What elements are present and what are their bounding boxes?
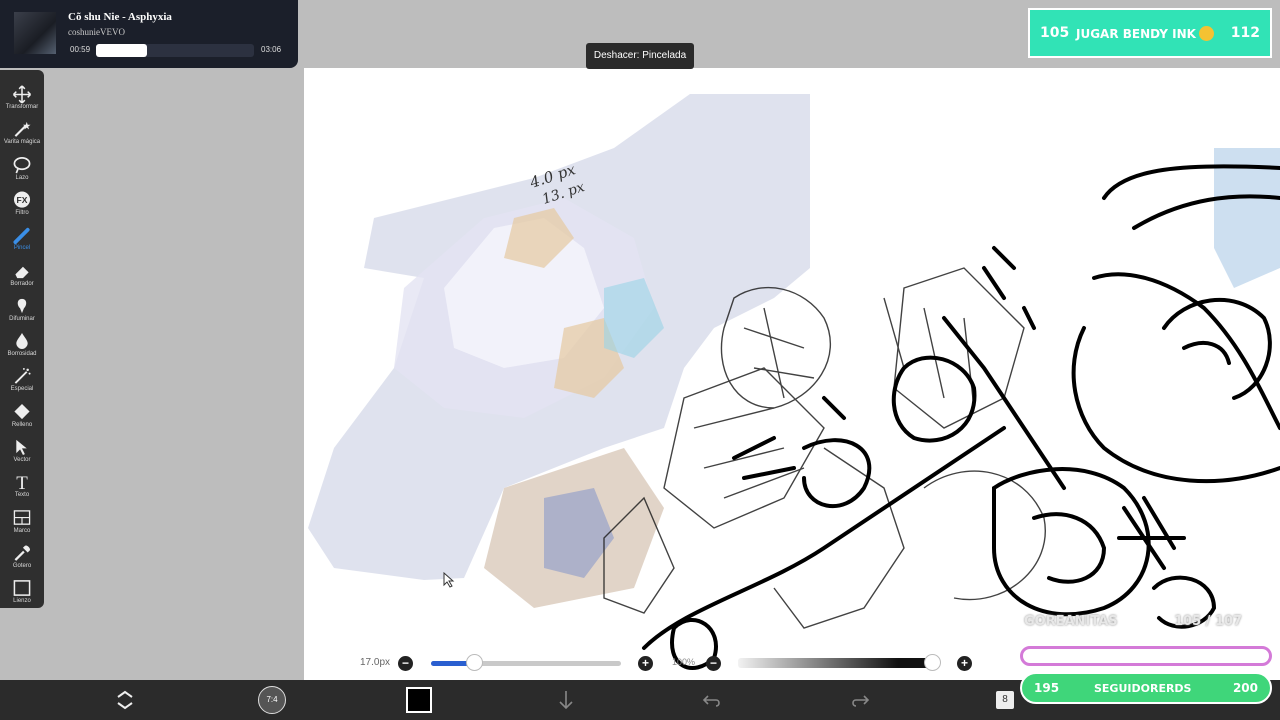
song-progress-fill xyxy=(96,44,147,57)
tool-label: Vector xyxy=(13,457,31,463)
svg-text:FX: FX xyxy=(17,195,28,205)
eraser-icon xyxy=(15,266,29,278)
tool-vector[interactable]: Vector xyxy=(0,433,44,467)
drawing-canvas[interactable]: 4.0 px 13. px xyxy=(304,68,1280,680)
tool-label: Marco xyxy=(13,527,31,534)
tool-lienzo[interactable]: Lienzo xyxy=(0,574,44,608)
stream-goal-banner: 105 JUGAR BENDY INK 112 xyxy=(1028,8,1272,58)
tool-label: Lazo xyxy=(15,174,29,181)
opacity-decrease-button[interactable]: − xyxy=(706,656,721,671)
banner-text: JUGAR BENDY INK xyxy=(1076,26,1214,41)
brush-size-slider[interactable] xyxy=(431,661,621,666)
fx-icon: FX xyxy=(13,191,31,208)
special-brush-icon xyxy=(14,368,31,385)
song-progress-bar xyxy=(96,44,254,57)
tool-label: Relleno xyxy=(11,421,33,428)
tool-label: Varita mágica xyxy=(3,139,41,146)
undo-button[interactable] xyxy=(700,688,724,712)
elapsed-time: 00:59 xyxy=(70,45,91,54)
tool-pincel[interactable]: Pincel xyxy=(0,221,44,255)
arrow-down-icon xyxy=(559,691,573,710)
tool-label: Borrosidad xyxy=(7,351,37,358)
move-icon xyxy=(12,85,32,103)
goal-count: 105 / 107 xyxy=(1174,614,1243,629)
layers-button[interactable]: 8 xyxy=(996,691,1014,709)
avatar[interactable]: 7:4 xyxy=(258,686,286,714)
tool-marco[interactable]: Marco xyxy=(0,504,44,538)
download-button[interactable] xyxy=(554,688,578,712)
current-color-swatch[interactable] xyxy=(406,687,432,713)
goal-label: GOREANITAS xyxy=(1024,614,1118,629)
tool-label: Lienzo xyxy=(13,598,31,605)
text-icon: T xyxy=(16,473,28,491)
mouse-cursor-icon xyxy=(443,572,455,588)
tool-label: Transformar xyxy=(5,104,39,110)
banner-right-count: 112 xyxy=(1230,25,1260,41)
tool-label: Difuminar xyxy=(9,315,35,322)
tool-panel: Transformar Varita mágica Lazo FX Filtro Pinc… xyxy=(0,70,44,608)
brush-size-value: 17.0px xyxy=(360,657,391,668)
opacity-slider[interactable] xyxy=(738,658,938,668)
tool-texto[interactable]: T Texto xyxy=(0,468,44,502)
tool-varita-m-gica[interactable]: Varita mágica xyxy=(0,115,44,149)
lasso-icon xyxy=(13,156,31,173)
smudge-icon xyxy=(17,298,27,313)
tool-label: Especial xyxy=(10,386,34,393)
banner-text-label: JUGAR BENDY INK xyxy=(1076,27,1196,41)
tool-difuminar[interactable]: Difuminar xyxy=(0,292,44,326)
eyedropper-icon xyxy=(14,545,31,561)
song-artist: coshunieVEVO xyxy=(68,27,125,37)
brush-size-knob[interactable] xyxy=(465,654,483,671)
tool-filtro[interactable]: FX Filtro xyxy=(0,186,44,220)
followers-target: 200 xyxy=(1232,681,1258,695)
now-playing-widget: Cõ shu Nie - Asphyxia coshunieVEVO 00:59… xyxy=(0,0,298,68)
brush-icon xyxy=(13,228,30,245)
followers-start: 195 xyxy=(1034,681,1060,695)
blur-drop-icon xyxy=(16,333,28,350)
emoji-face-icon xyxy=(1198,26,1214,41)
banner-left-count: 105 xyxy=(1040,25,1070,41)
svg-text:T: T xyxy=(16,473,28,491)
opacity-knob[interactable] xyxy=(924,654,941,671)
tool-label: Borrador xyxy=(10,280,34,287)
followers-label: SEGUIDORERDS xyxy=(1094,682,1192,695)
tool-borrosidad[interactable]: Borrosidad xyxy=(0,327,44,361)
followers-goal-bar: 195 SEGUIDORERDS 200 xyxy=(1020,672,1272,704)
brush-size-increase-button[interactable]: + xyxy=(638,656,653,671)
redo-button[interactable] xyxy=(848,688,872,712)
total-time: 03:06 xyxy=(261,45,282,54)
canvas-icon xyxy=(13,580,31,597)
tool-transformar[interactable]: Transformar xyxy=(0,80,44,114)
undo-icon xyxy=(702,695,720,707)
tool-label: Pincel xyxy=(13,245,31,252)
vector-cursor-icon xyxy=(16,439,27,456)
tool-label: Texto xyxy=(14,492,30,499)
swap-icon xyxy=(117,690,133,710)
tool-lazo[interactable]: Lazo xyxy=(0,151,44,185)
brush-size-decrease-button[interactable]: − xyxy=(398,656,413,671)
tool-especial[interactable]: Especial xyxy=(0,362,44,396)
album-cover xyxy=(14,12,56,54)
fill-icon xyxy=(14,403,30,419)
tool-relleno[interactable]: Relleno xyxy=(0,398,44,432)
tool-label: Gotero xyxy=(12,562,32,569)
goal-progress-bar xyxy=(1020,646,1272,666)
quick-menu-button[interactable] xyxy=(113,688,137,712)
opacity-increase-button[interactable]: + xyxy=(957,656,972,671)
magic-wand-icon xyxy=(14,122,31,138)
tool-borrador[interactable]: Borrador xyxy=(0,257,44,291)
tool-gotero[interactable]: Gotero xyxy=(0,539,44,573)
redo-icon xyxy=(852,695,870,707)
song-title: Cõ shu Nie - Asphyxia xyxy=(68,11,172,23)
opacity-value: 100% xyxy=(672,657,696,667)
frame-icon xyxy=(13,509,31,525)
undo-tooltip: Deshacer: Pincelada xyxy=(586,43,694,69)
tool-label: Filtro xyxy=(15,209,29,216)
